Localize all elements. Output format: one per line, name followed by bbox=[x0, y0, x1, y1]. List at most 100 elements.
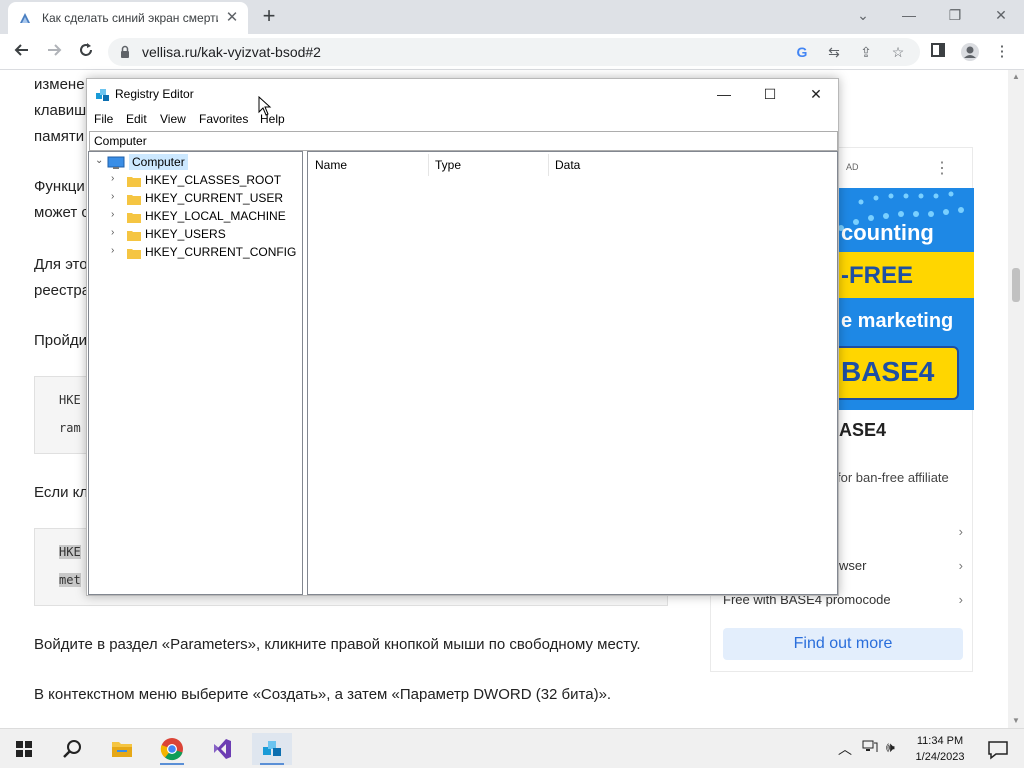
notifications-button[interactable] bbox=[978, 733, 1018, 765]
chevron-down-icon[interactable]: ⌄ bbox=[95, 155, 105, 166]
column-header-name[interactable]: Name bbox=[315, 158, 347, 174]
share-icon[interactable]: ⇪ bbox=[856, 42, 876, 62]
forward-button[interactable] bbox=[42, 40, 66, 64]
tray-overflow-chevron-icon[interactable]: ︿ bbox=[838, 739, 852, 759]
maximize-button[interactable]: ☐ bbox=[747, 81, 793, 107]
translate-icon[interactable]: ⇆ bbox=[824, 42, 844, 62]
registry-tree-pane[interactable]: ⌄ Computer › HKEY_CLASSES_ROOT › HKEY_CU… bbox=[88, 151, 303, 595]
ad-banner-text: e marketing bbox=[841, 310, 954, 332]
visual-studio-button[interactable] bbox=[202, 733, 242, 765]
column-header-type[interactable]: Type bbox=[435, 158, 461, 174]
tab-close-icon[interactable]: ✕ bbox=[224, 10, 240, 26]
folder-icon bbox=[127, 249, 141, 259]
taskbar-clock[interactable]: 11:34 PM 1/24/2023 bbox=[906, 733, 974, 765]
code-line: met bbox=[59, 573, 81, 587]
chrome-icon bbox=[160, 738, 183, 761]
tree-node-label: HKEY_USERS bbox=[145, 227, 226, 241]
notification-icon bbox=[988, 741, 1008, 760]
scroll-up-arrow-icon[interactable]: ▲ bbox=[1008, 70, 1024, 84]
search-icon bbox=[63, 740, 81, 758]
chrome-menu-icon[interactable]: ⋮ bbox=[992, 42, 1012, 62]
registry-values-pane[interactable]: Name Type Data bbox=[307, 151, 838, 595]
column-divider[interactable] bbox=[428, 154, 429, 176]
folder-icon bbox=[127, 231, 141, 241]
url-text: vellisa.ru/kak-vyizvat-bsod#2 bbox=[142, 44, 321, 60]
code-line: ram bbox=[59, 421, 81, 435]
registry-editor-taskbar-button[interactable] bbox=[252, 733, 292, 765]
scroll-down-arrow-icon[interactable]: ▼ bbox=[1008, 714, 1024, 728]
tab-search-button[interactable]: ⌄ bbox=[840, 4, 886, 28]
browser-restore-button[interactable]: ❐ bbox=[932, 4, 978, 28]
tree-node-label: HKEY_CLASSES_ROOT bbox=[145, 173, 282, 187]
column-header-data[interactable]: Data bbox=[555, 158, 580, 174]
ad-banner-text: counting bbox=[841, 220, 934, 245]
clock-time: 11:34 PM bbox=[916, 735, 964, 747]
code-line: HKE bbox=[59, 545, 81, 559]
article-paragraph: Войдите в раздел «Parameters», кликните … bbox=[34, 636, 641, 653]
ad-banner-text: -FREE bbox=[841, 262, 913, 289]
address-field[interactable]: Computer bbox=[89, 131, 838, 151]
reload-button[interactable] bbox=[74, 40, 98, 64]
article-text: Если кл bbox=[34, 484, 89, 501]
chevron-right-icon[interactable]: › bbox=[111, 173, 121, 184]
chevron-right-icon[interactable]: › bbox=[111, 209, 121, 220]
google-icon[interactable]: G bbox=[792, 42, 812, 62]
article-text: может с bbox=[34, 204, 89, 221]
folder-icon bbox=[127, 177, 141, 187]
window-title: Registry Editor bbox=[115, 87, 194, 101]
volume-icon[interactable]: 🕪 bbox=[886, 739, 895, 756]
network-icon[interactable] bbox=[862, 739, 878, 756]
browser-tab-strip: Как сделать синий экран смерти ✕ + ⌄ — ❐… bbox=[0, 0, 1024, 34]
ad-label: AD bbox=[846, 162, 859, 172]
clock-date: 1/24/2023 bbox=[915, 751, 965, 763]
folder-icon bbox=[127, 213, 141, 223]
ad-headline: ASE4 bbox=[839, 420, 887, 440]
article-text: Для это bbox=[34, 256, 88, 273]
chrome-taskbar-button[interactable] bbox=[152, 733, 192, 765]
profile-avatar-icon[interactable] bbox=[960, 42, 980, 62]
chevron-right-icon: › bbox=[958, 524, 963, 539]
article-text: реестра bbox=[34, 282, 91, 299]
ad-link-text: wser bbox=[839, 558, 867, 573]
back-button[interactable] bbox=[10, 40, 34, 64]
menu-edit[interactable]: Edit bbox=[126, 112, 147, 126]
find-out-more-button[interactable]: Find out more bbox=[723, 628, 963, 660]
visual-studio-icon bbox=[214, 739, 231, 759]
chevron-right-icon[interactable]: › bbox=[111, 245, 121, 256]
browser-minimize-button[interactable]: — bbox=[886, 4, 932, 28]
browser-close-button[interactable]: ✕ bbox=[978, 4, 1024, 28]
column-divider[interactable] bbox=[548, 154, 549, 176]
article-text: памяти bbox=[34, 128, 85, 145]
side-panel-icon[interactable] bbox=[928, 42, 948, 62]
minimize-button[interactable]: — bbox=[701, 81, 747, 107]
mouse-cursor-icon bbox=[258, 96, 272, 116]
chevron-right-icon[interactable]: › bbox=[111, 227, 121, 238]
close-button[interactable]: ✕ bbox=[793, 81, 839, 107]
scrollbar-thumb[interactable] bbox=[1012, 268, 1020, 302]
chevron-right-icon: › bbox=[958, 592, 963, 607]
page-scrollbar[interactable]: ▲ ▼ bbox=[1008, 70, 1024, 728]
address-bar[interactable]: vellisa.ru/kak-vyizvat-bsod#2 G ⇆ ⇪ ☆ bbox=[108, 38, 920, 66]
computer-icon bbox=[107, 156, 125, 169]
menu-file[interactable]: File bbox=[94, 112, 113, 126]
file-explorer-button[interactable] bbox=[102, 733, 142, 765]
menu-view[interactable]: View bbox=[160, 112, 186, 126]
chevron-right-icon[interactable]: › bbox=[111, 191, 121, 202]
tree-node-label: Computer bbox=[129, 154, 188, 170]
start-button[interactable] bbox=[4, 733, 44, 765]
article-text: клавиш bbox=[34, 102, 87, 119]
bookmark-star-icon[interactable]: ☆ bbox=[888, 42, 908, 62]
menu-favorites[interactable]: Favorites bbox=[199, 112, 248, 126]
windows-logo-icon bbox=[16, 741, 32, 757]
reload-icon bbox=[80, 43, 92, 56]
site-favicon-icon bbox=[20, 13, 30, 23]
browser-toolbar: vellisa.ru/kak-vyizvat-bsod#2 G ⇆ ⇪ ☆ ⋮ bbox=[0, 34, 1024, 70]
ad-banner-text: BASE4 bbox=[841, 356, 935, 387]
tree-node-label: HKEY_CURRENT_CONFIG bbox=[145, 245, 297, 259]
search-button[interactable] bbox=[52, 733, 92, 765]
ad-options-icon[interactable]: ⋮ bbox=[934, 158, 950, 178]
browser-tab[interactable]: Как сделать синий экран смерти ✕ bbox=[8, 2, 248, 34]
new-tab-button[interactable]: + bbox=[258, 5, 280, 28]
registry-editor-window: Registry Editor — ☐ ✕ File Edit View Fav… bbox=[86, 78, 839, 596]
ad-subtext: for ban-free affiliate bbox=[837, 470, 949, 485]
